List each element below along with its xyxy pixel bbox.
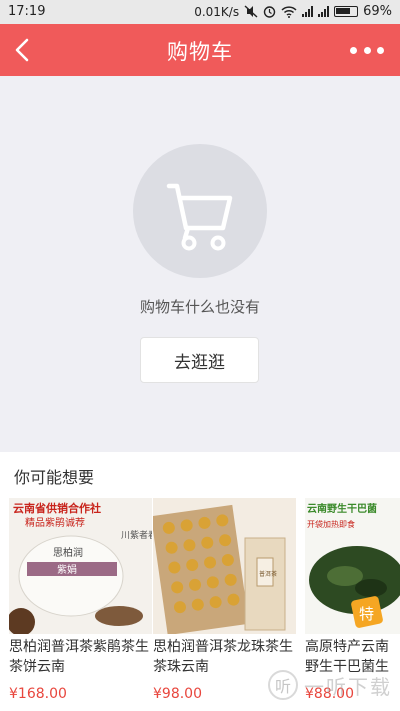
recommend-title: 你可能想要 [14,468,95,487]
browse-button[interactable]: 去逛逛 [140,337,259,383]
page-title: 购物车 [167,40,233,64]
product-price: ¥98.00 [153,686,202,702]
image-caption: 川紫者春 [121,529,152,541]
network-speed: 0.01K/s [194,4,240,19]
signal-icon [302,6,314,17]
empty-cart-message: 购物车什么也没有 [139,298,260,316]
product-price: ¥168.00 [9,686,67,702]
image-caption: 普洱茶 [259,570,277,578]
nav-bar: 购物车 [0,24,400,76]
image-caption: 云南野生干巴菌 [307,502,377,515]
battery-icon [334,6,359,17]
product-image: 普洱茶 [153,498,296,634]
watermark: 听 一听下载 [268,670,392,700]
product-image: 云南野生干巴菌 开袋加热即食 特 [305,498,400,634]
status-time: 17:19 [8,4,46,19]
image-caption: 云南省供销合作社 [13,501,101,515]
image-caption: 特 [359,605,374,623]
image-caption: 思柏润 [53,546,83,559]
battery-level: 69% [363,4,392,19]
status-bar: 17:19 0.01K/s 69% [0,0,400,24]
image-caption: 开袋加热即食 [307,519,355,529]
image-caption: 精品紫鹃诚荐 [25,516,85,529]
image-caption: 紫娟 [57,563,77,576]
wifi-icon [281,5,297,18]
empty-cart-section: 购物车什么也没有 去逛逛 [0,76,400,452]
shopping-cart-icon [166,183,233,251]
alarm-icon [263,6,276,18]
product-card[interactable]: 云南省供销合作社 精品紫鹃诚荐 思柏润 紫娟 川紫者春 思柏润普洱茶紫鹃茶生茶饼… [9,498,152,711]
more-dots-icon[interactable] [350,40,384,60]
cart-icon-circle [133,144,267,278]
mute-icon [244,5,258,18]
signal-icon-2 [318,6,330,17]
product-image: 云南省供销合作社 精品紫鹃诚荐 思柏润 紫娟 川紫者春 [9,498,152,634]
product-name: 思柏润普洱茶紫鹃茶生茶饼云南 [9,639,149,675]
watermark-logo-icon: 听 [268,670,298,700]
watermark-text: 一听下载 [304,674,392,699]
status-icons: 0.01K/s 69% [194,4,392,19]
